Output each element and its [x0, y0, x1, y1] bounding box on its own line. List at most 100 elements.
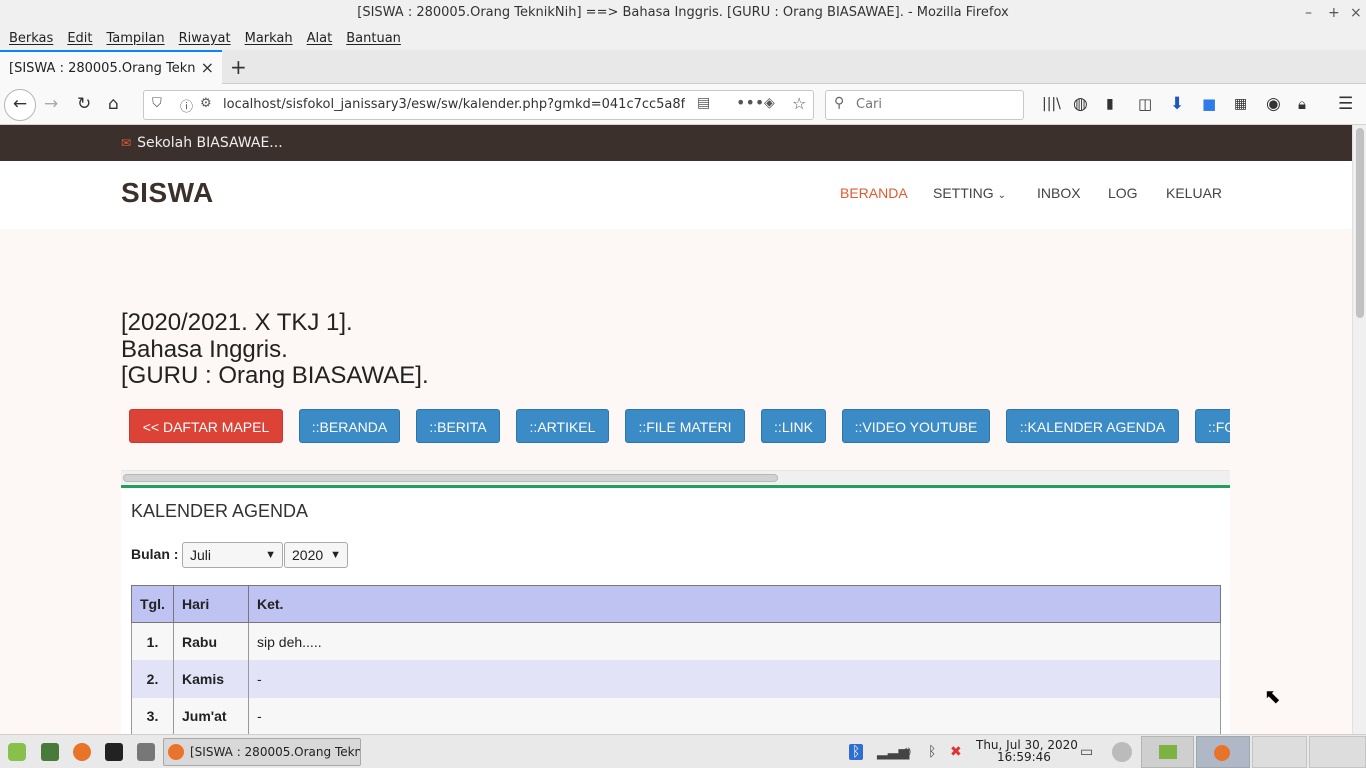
new-tab-icon[interactable]: + [230, 55, 247, 79]
firefox-launcher-icon[interactable] [73, 743, 91, 761]
hamburger-menu-icon[interactable]: ☰ [1338, 92, 1353, 116]
title-class-line: [2020/2021. X TKJ 1]. [121, 309, 353, 336]
workspace-4[interactable] [1309, 736, 1366, 768]
url-text[interactable]: localhost/sisfokol_janissary3/esw/sw/kal… [223, 97, 685, 112]
menu-markah[interactable]: Markah [238, 31, 300, 46]
qr-code-icon[interactable]: ▦ [1234, 92, 1247, 116]
reload-icon[interactable]: ↻ [77, 92, 91, 116]
site-topbar: ✉ Sekolah BIASAWAE... [0, 125, 1352, 161]
menu-berkas[interactable]: Berkas [2, 31, 60, 46]
file-materi-button[interactable]: ::FILE MATERI [625, 409, 745, 443]
menu-bantuan[interactable]: Bantuan [339, 31, 408, 46]
permissions-icon[interactable]: ⚙ [200, 96, 212, 111]
video-extension-icon[interactable]: ■ [1202, 92, 1216, 116]
navigation-toolbar: ← → ↻ ⌂ ⛉ ⓘ ⚙ localhost/sisfokol_janissa… [0, 84, 1366, 125]
search-placeholder: Cari [856, 97, 882, 112]
panel-title: KALENDER AGENDA [131, 501, 309, 521]
workspace-2[interactable] [1196, 736, 1250, 768]
bluetooth-tray-icon[interactable]: ᛒ [849, 744, 864, 760]
url-bar[interactable]: ⛉ ⓘ ⚙ localhost/sisfokol_janissary3/esw/… [143, 90, 814, 120]
sidebar-icon[interactable]: ◫ [1138, 92, 1152, 116]
page-content: ✉ Sekolah BIASAWAE... SISWA BERANDA SETTI… [0, 125, 1352, 734]
search-bar[interactable]: ⚲ Cari [825, 90, 1024, 120]
battery-icon[interactable]: ▭ [1080, 744, 1093, 760]
vertical-scroll-thumb[interactable] [1356, 128, 1364, 318]
update-shield-icon[interactable]: ✖ [950, 744, 962, 760]
month-select[interactable]: Juli ▼ [182, 542, 283, 568]
nav-log[interactable]: LOG [1108, 185, 1138, 201]
clock[interactable]: Thu, Jul 30, 2020 16:59:46 [976, 739, 1078, 763]
daftar-mapel-button[interactable]: << DAFTAR MAPEL [129, 409, 283, 443]
cell-tgl: 2. [131, 660, 174, 698]
page-actions-icon[interactable]: ••• [736, 93, 764, 112]
account-icon[interactable]: ◉ [1266, 92, 1281, 116]
horizontal-scroll-thumb[interactable] [123, 474, 778, 482]
extension-globe-icon[interactable]: ◍ [1073, 92, 1088, 116]
tab-strip: [SISWA : 280005.Orang TeknikNih] × + [0, 50, 1366, 84]
site-logo[interactable]: SISWA [121, 177, 214, 209]
menu-tampilan[interactable]: Tampilan [100, 31, 172, 46]
extension-ruler-icon[interactable]: ▮ [1106, 92, 1114, 116]
home-icon[interactable]: ⌂ [108, 92, 119, 116]
back-icon[interactable]: ← [4, 89, 36, 121]
tab-title: [SISWA : 280005.Orang TeknikNih] [9, 60, 195, 76]
menu-alat[interactable]: Alat [300, 31, 340, 46]
nav-keluar[interactable]: KELUAR [1166, 185, 1222, 201]
mint-menu-icon[interactable] [8, 743, 26, 761]
volume-icon[interactable]: 🔊︎ [902, 744, 911, 760]
terminal-icon[interactable] [105, 743, 123, 761]
close-tab-icon[interactable]: × [201, 58, 214, 77]
video-youtube-button[interactable]: ::VIDEO YOUTUBE [842, 409, 990, 443]
workspace-indicator-icon[interactable] [1112, 742, 1132, 762]
pocket-icon[interactable]: ◈ [764, 95, 775, 111]
bluetooth-icon[interactable]: ᛒ [928, 744, 936, 760]
menu-riwayat[interactable]: Riwayat [172, 31, 238, 46]
cell-ket: sip deh..... [248, 622, 1221, 660]
link-button[interactable]: ::LINK [761, 409, 826, 443]
foto-button[interactable]: ::FO [1195, 409, 1230, 443]
taskbar-window-button[interactable]: [SISWA : 280005.Orang Tekn... [163, 738, 361, 766]
beranda-button[interactable]: ::BERANDA [299, 409, 400, 443]
nav-setting[interactable]: SETTING ⌄ [933, 185, 1006, 201]
cell-tgl: 1. [131, 622, 174, 660]
nav-inbox[interactable]: INBOX [1037, 185, 1081, 201]
reader-view-icon[interactable]: ▤ [697, 95, 710, 111]
nav-beranda[interactable]: BERANDA [840, 185, 908, 201]
browser-tab[interactable]: [SISWA : 280005.Orang TeknikNih] × [0, 50, 222, 84]
search-icon: ⚲ [834, 95, 845, 111]
firefox-icon [168, 744, 184, 760]
header-ket: Ket. [248, 585, 1221, 623]
menu-edit[interactable]: Edit [60, 31, 99, 46]
info-icon[interactable]: ⓘ [180, 96, 193, 115]
bookmark-star-icon[interactable]: ☆ [792, 94, 806, 113]
library-icon[interactable]: |||\ [1042, 92, 1061, 116]
bulan-label: Bulan : [131, 546, 179, 562]
show-desktop-icon[interactable] [41, 743, 59, 761]
horizontal-scrollbar[interactable] [121, 470, 1230, 484]
agenda-table: Tgl. Hari Ket. 1. Rabu sip deh..... 2. K… [131, 585, 1221, 734]
chevron-down-icon: ▼ [330, 549, 341, 561]
tracking-shield-icon[interactable]: ⛉ [152, 96, 162, 111]
berita-button[interactable]: ::BERITA [416, 409, 500, 443]
table-header-row: Tgl. Hari Ket. [131, 585, 1221, 623]
forward-icon[interactable]: → [44, 92, 58, 116]
maximize-icon[interactable]: + [1328, 0, 1340, 26]
year-value: 2020 [292, 547, 324, 563]
files-icon[interactable] [137, 743, 155, 761]
year-select[interactable]: 2020 ▼ [284, 542, 348, 568]
title-subject-line: Bahasa Inggris. [121, 335, 288, 363]
workspace-1[interactable] [1141, 736, 1194, 768]
table-row: 2. Kamis - [131, 660, 1221, 698]
close-window-icon[interactable]: × [1350, 0, 1362, 26]
minimize-icon[interactable]: – [1305, 0, 1312, 26]
workspace-3[interactable] [1252, 736, 1307, 768]
kalender-agenda-button[interactable]: ::KALENDER AGENDA [1006, 409, 1179, 443]
vertical-scrollbar[interactable] [1352, 125, 1366, 734]
lock-icon[interactable]: 🔒︎ [1298, 92, 1306, 116]
cell-ket: - [248, 660, 1221, 698]
artikel-button[interactable]: ::ARTIKEL [516, 409, 609, 443]
table-row: 1. Rabu sip deh..... [131, 622, 1221, 660]
page-title: [2020/2021. X TKJ 1]. Bahasa Inggris. [G… [121, 309, 429, 390]
download-icon[interactable]: ⬇ [1170, 92, 1184, 116]
header-tgl: Tgl. [131, 585, 174, 623]
